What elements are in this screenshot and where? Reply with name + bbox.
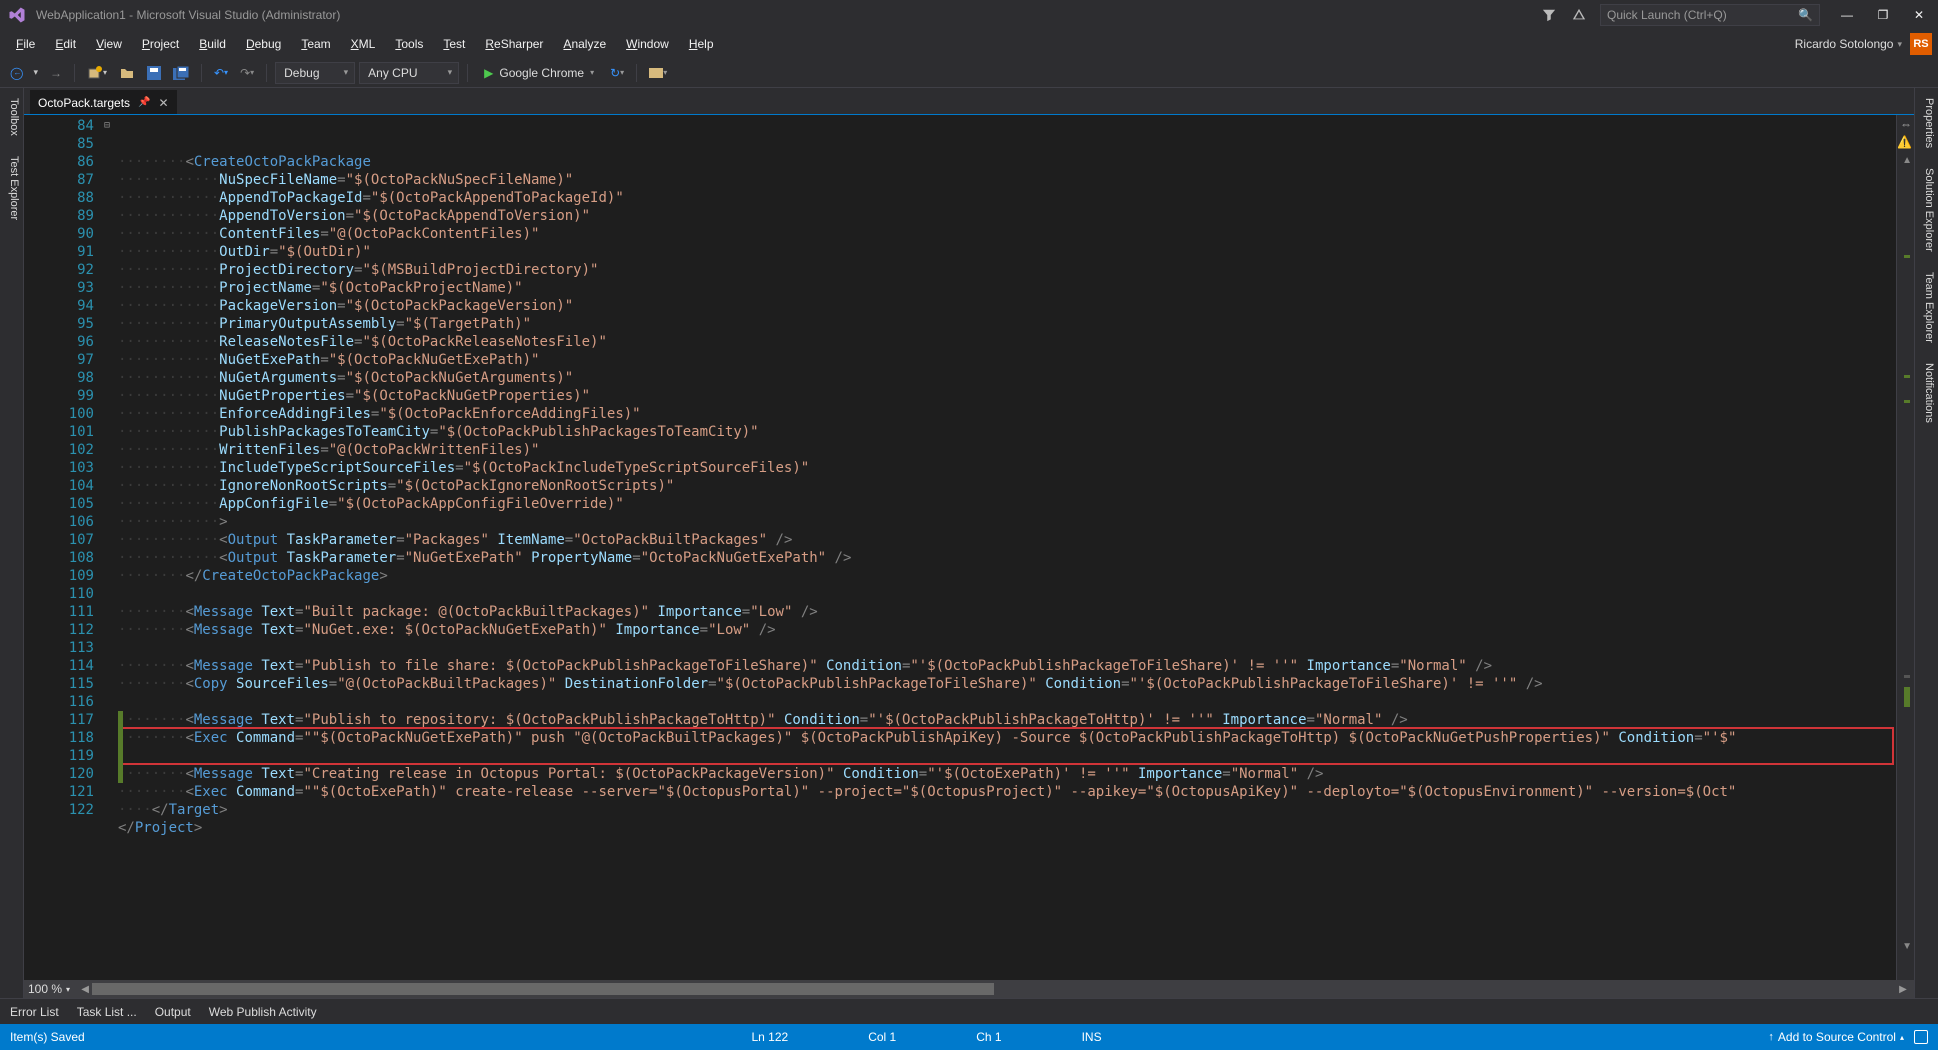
- new-project-button[interactable]: ▾: [83, 62, 111, 84]
- menu-test[interactable]: Test: [433, 33, 475, 55]
- menu-window[interactable]: Window: [616, 33, 679, 55]
- code-text[interactable]: ········<CreateOctoPackPackage··········…: [118, 115, 1896, 980]
- play-icon: ▶: [484, 66, 493, 80]
- extension-button[interactable]: ▾: [645, 62, 671, 84]
- status-ch: Ch 1: [976, 1030, 1001, 1044]
- side-tab-test-explorer[interactable]: Test Explorer: [0, 146, 23, 230]
- redo-button[interactable]: ↷▾: [236, 62, 258, 84]
- nav-forward-button[interactable]: →: [46, 62, 66, 84]
- menu-view[interactable]: View: [86, 33, 132, 55]
- nav-back-button[interactable]: ◯←: [6, 62, 25, 84]
- code-editor[interactable]: 84 85 86 87 88 89 90 91 92 93 94 95 96 9…: [24, 114, 1914, 980]
- user-name[interactable]: Ricardo Sotolongo▾: [1787, 37, 1910, 51]
- split-icon[interactable]: ⇔: [1900, 117, 1912, 131]
- menu-xml[interactable]: XML: [341, 33, 386, 55]
- maximize-button[interactable]: ❐: [1870, 5, 1896, 25]
- vs-logo-icon: [6, 4, 28, 26]
- menu-debug[interactable]: Debug: [236, 33, 291, 55]
- quick-launch-placeholder: Quick Launch (Ctrl+Q): [1607, 8, 1727, 22]
- left-side-tabs: ToolboxTest Explorer: [0, 88, 24, 998]
- menu-resharper[interactable]: ReSharper: [475, 33, 553, 55]
- menu-analyze[interactable]: Analyze: [553, 33, 616, 55]
- bottom-tab-task-list-[interactable]: Task List ...: [77, 1005, 137, 1019]
- marker-bar[interactable]: ⇔ ⚠️ ▲ ▼: [1896, 115, 1914, 980]
- user-badge[interactable]: RS: [1910, 33, 1932, 55]
- side-tab-notifications[interactable]: Notifications: [1915, 353, 1938, 433]
- change-marker: [1904, 375, 1910, 378]
- horizontal-scrollbar[interactable]: 100 %▾ ◀ ▶: [24, 980, 1914, 998]
- platform-combo[interactable]: Any CPU: [359, 62, 459, 84]
- bottom-tab-error-list[interactable]: Error List: [10, 1005, 59, 1019]
- minimize-button[interactable]: —: [1834, 5, 1860, 25]
- side-tab-toolbox[interactable]: Toolbox: [0, 88, 23, 146]
- side-tab-solution-explorer[interactable]: Solution Explorer: [1915, 158, 1938, 262]
- zoom-combo[interactable]: 100 %▾: [28, 982, 70, 996]
- scroll-right-icon[interactable]: ▶: [1896, 984, 1910, 995]
- undo-button[interactable]: ↶▾: [210, 62, 232, 84]
- title-bar: WebApplication1 - Microsoft Visual Studi…: [0, 0, 1938, 30]
- window-title: WebApplication1 - Microsoft Visual Studi…: [36, 8, 340, 22]
- status-col: Col 1: [868, 1030, 896, 1044]
- quick-launch-input[interactable]: Quick Launch (Ctrl+Q) 🔍: [1600, 4, 1820, 26]
- scroll-left-icon[interactable]: ◀: [78, 984, 92, 995]
- notifications-icon[interactable]: [1570, 6, 1588, 24]
- line-gutter: 84 85 86 87 88 89 90 91 92 93 94 95 96 9…: [24, 115, 118, 980]
- bottom-panel-tabs: Error List Task List ... Output Web Publish…: [0, 998, 1938, 1024]
- status-message: Item(s) Saved: [10, 1030, 85, 1044]
- menu-team[interactable]: Team: [291, 33, 340, 55]
- menu-help[interactable]: Help: [679, 33, 724, 55]
- save-all-button[interactable]: [169, 62, 193, 84]
- change-marker: [1904, 687, 1910, 707]
- scroll-down-icon[interactable]: ▼: [1902, 941, 1912, 952]
- hscroll-thumb[interactable]: [92, 983, 994, 995]
- change-marker: [1904, 255, 1910, 258]
- menu-build[interactable]: Build: [189, 33, 236, 55]
- side-tab-properties[interactable]: Properties: [1915, 88, 1938, 158]
- menu-tools[interactable]: Tools: [385, 33, 433, 55]
- scroll-up-icon[interactable]: ▲: [1902, 155, 1912, 166]
- menu-file[interactable]: File: [6, 33, 45, 55]
- change-marker: [1904, 400, 1910, 403]
- source-control-button[interactable]: ↑ Add to Source Control ▴: [1768, 1030, 1904, 1044]
- start-debug-button[interactable]: ▶ Google Chrome ▾: [476, 66, 602, 80]
- status-line: Ln 122: [752, 1030, 789, 1044]
- close-button[interactable]: ✕: [1906, 5, 1932, 25]
- open-file-button[interactable]: [115, 62, 139, 84]
- bottom-tab-output[interactable]: Output: [155, 1005, 191, 1019]
- toolbar: ◯← ▾ → ▾ ↶▾ ↷▾ Debug Any CPU ▶ Google Ch…: [0, 58, 1938, 88]
- menu-edit[interactable]: Edit: [45, 33, 86, 55]
- config-combo[interactable]: Debug: [275, 62, 355, 84]
- bottom-tab-web-publish-activity[interactable]: Web Publish Activity: [209, 1005, 317, 1019]
- search-icon: 🔍: [1798, 8, 1813, 22]
- warning-icon: ⚠️: [1897, 135, 1912, 149]
- status-ins: INS: [1082, 1030, 1102, 1044]
- doc-tab-active[interactable]: OctoPack.targets 📌 ✕: [30, 90, 177, 114]
- close-tab-icon[interactable]: ✕: [159, 96, 169, 110]
- pin-icon[interactable]: 📌: [138, 97, 150, 108]
- scroll-thumb[interactable]: [1904, 675, 1910, 678]
- filter-icon[interactable]: [1540, 6, 1558, 24]
- save-button[interactable]: [143, 62, 165, 84]
- menu-bar: FileEditViewProjectBuildDebugTeamXMLTool…: [0, 30, 1938, 58]
- nav-fwd-button[interactable]: ▾: [29, 62, 42, 84]
- browser-refresh-button[interactable]: ↻▾: [606, 62, 628, 84]
- status-bar: Item(s) Saved Ln 122 Col 1 Ch 1 INS ↑ Ad…: [0, 1024, 1938, 1050]
- feedback-button[interactable]: [1914, 1030, 1928, 1044]
- side-tab-team-explorer[interactable]: Team Explorer: [1915, 262, 1938, 353]
- right-side-tabs: PropertiesSolution ExplorerTeam Explorer…: [1914, 88, 1938, 998]
- menu-project[interactable]: Project: [132, 33, 189, 55]
- document-tabs: OctoPack.targets 📌 ✕: [24, 88, 1914, 114]
